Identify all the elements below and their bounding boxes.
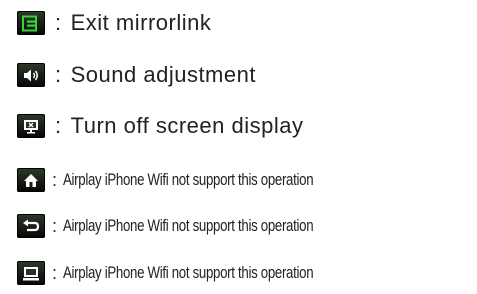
legend-colon: : [52,215,58,236]
legend-label: Airplay iPhone Wifi not support this ope… [63,263,314,282]
legend-row-window: : Airplay iPhone Wifi not support this o… [17,261,384,285]
legend-row-home: : Airplay iPhone Wifi not support this o… [17,168,384,192]
legend-colon: : [55,10,62,35]
window-icon [17,261,45,285]
legend-row-exit: : Exit mirrorlink [17,10,211,36]
back-icon [17,214,45,238]
legend-row-screen-off: : Turn off screen display [17,113,303,139]
home-icon [17,168,45,192]
legend-label: Exit mirrorlink [70,10,212,35]
legend-row-back: : Airplay iPhone Wifi not support this o… [17,214,384,238]
legend-colon: : [55,62,62,87]
legend-colon: : [52,262,58,283]
legend-row-sound: : Sound adjustment [17,62,256,88]
legend-label: Turn off screen display [70,113,304,138]
legend-label: Airplay iPhone Wifi not support this ope… [63,216,314,235]
legend-label: Airplay iPhone Wifi not support this ope… [63,170,314,189]
legend-label: Sound adjustment [70,62,256,87]
legend-colon: : [52,169,58,190]
speaker-icon [17,63,45,87]
exit-icon [17,11,45,35]
legend-colon: : [55,113,62,138]
screen-off-icon [17,114,45,138]
